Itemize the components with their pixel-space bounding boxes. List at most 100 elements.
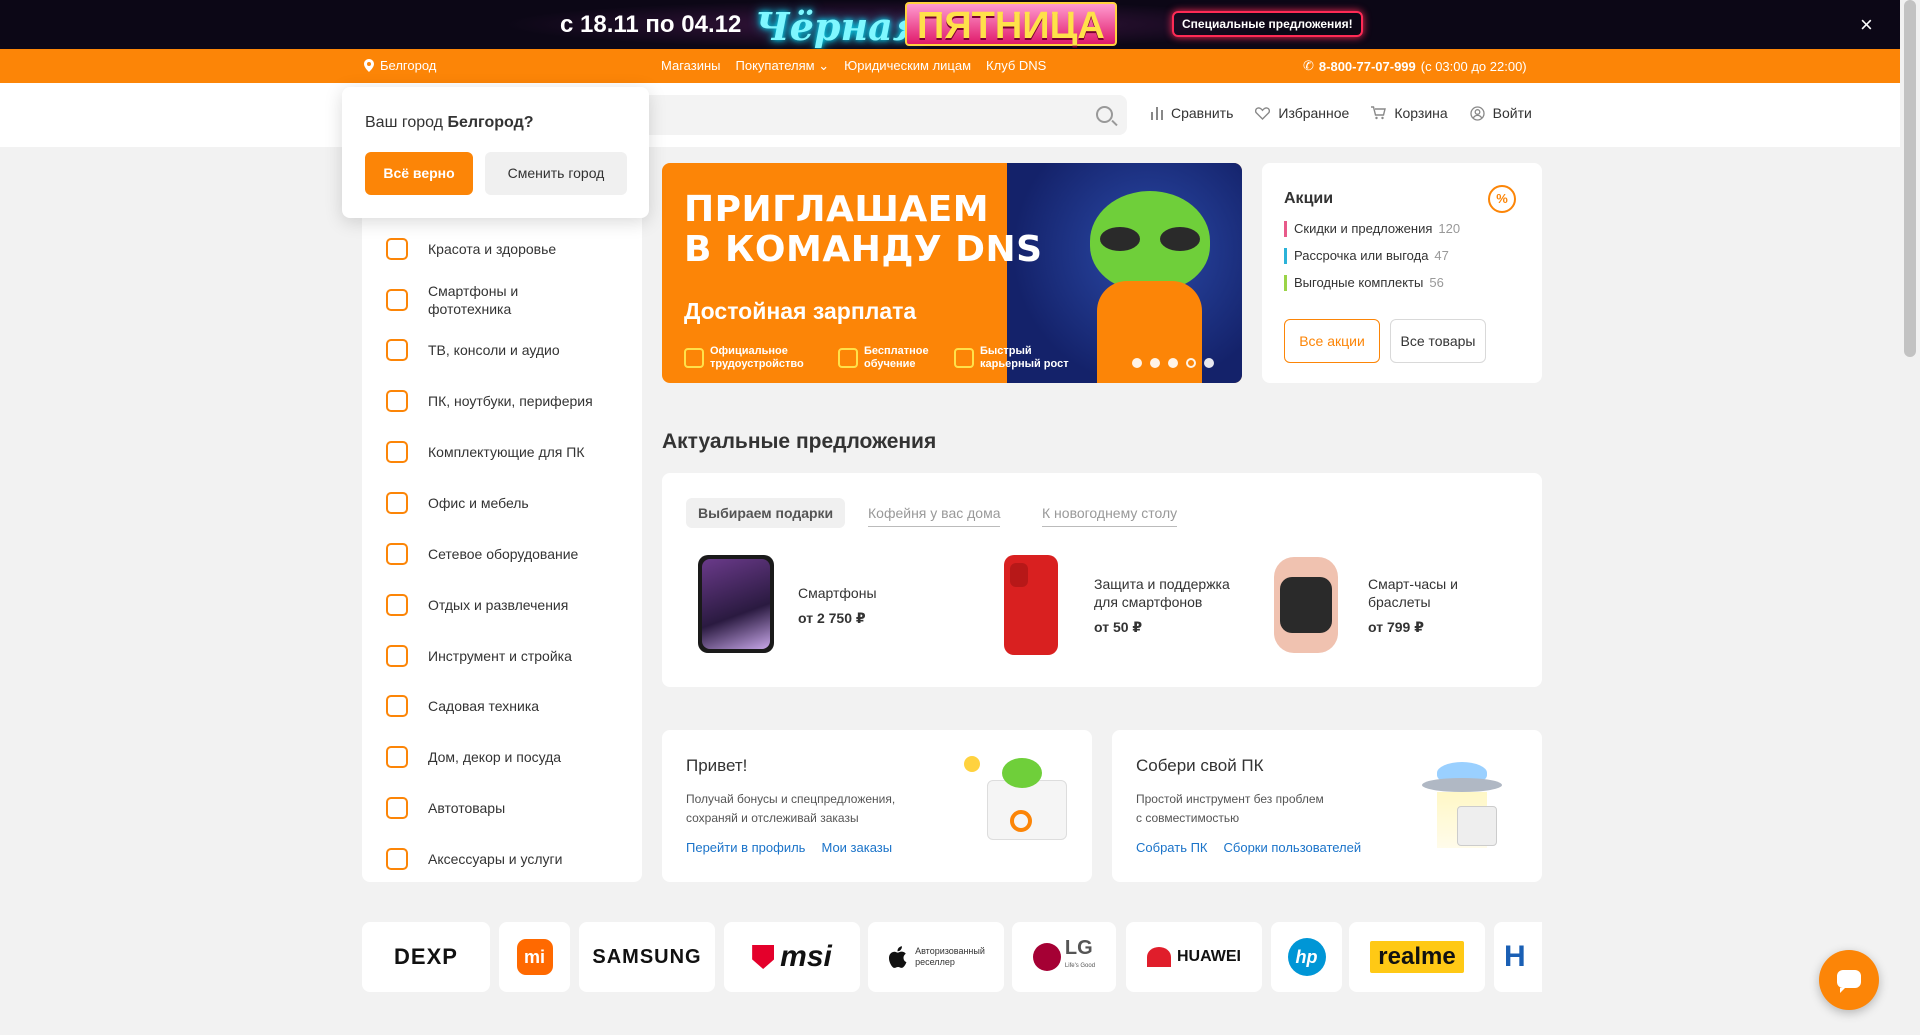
slider-dot[interactable] xyxy=(1150,358,1160,368)
nav-club[interactable]: Клуб DNS xyxy=(986,58,1046,74)
brand-partial[interactable]: H xyxy=(1494,922,1542,992)
catalog-item-beauty[interactable]: Красота и здоровье xyxy=(386,238,636,260)
cart-link[interactable]: Корзина xyxy=(1371,105,1448,121)
catalog-item-label: Отдых и развлечения xyxy=(428,597,569,613)
brand-msi[interactable]: msi xyxy=(724,922,860,992)
pc-card-links: Собрать ПК Сборки пользователей xyxy=(1136,840,1361,855)
feature-line: карьерный рост xyxy=(980,358,1069,370)
city-selector[interactable]: Белгород xyxy=(364,58,436,73)
brand-xiaomi[interactable]: mi xyxy=(499,922,570,992)
search-input[interactable] xyxy=(600,95,1127,135)
promotions-panel: Акции % Скидки и предложения 120 Рассрочк… xyxy=(1262,163,1542,383)
top-nav: Магазины Покупателям ⌄ Юридическим лицам… xyxy=(661,58,1046,74)
brand-realme[interactable]: realme xyxy=(1349,922,1485,992)
special-offers-button[interactable]: Специальные предложения! xyxy=(1172,11,1363,37)
black-friday-banner[interactable]: с 18.11 по 04.12 Чёрная ПЯТНИЦА Специаль… xyxy=(0,0,1900,49)
go-to-profile-link[interactable]: Перейти в профиль xyxy=(686,840,805,855)
smartphone-image xyxy=(696,555,776,655)
lg-logo-icon xyxy=(1032,943,1061,971)
compare-link[interactable]: Сравнить xyxy=(1151,105,1233,121)
all-goods-button[interactable]: Все товары xyxy=(1390,319,1486,363)
brand-samsung[interactable]: SAMSUNG xyxy=(579,922,715,992)
location-pin-icon xyxy=(364,59,374,72)
phone-icon: ✆ xyxy=(1303,58,1314,73)
promo-row-count: 47 xyxy=(1434,248,1449,263)
slider-dot[interactable] xyxy=(1168,358,1178,368)
msi-logo-text: msi xyxy=(780,940,832,973)
login-link[interactable]: Войти xyxy=(1470,105,1532,121)
nav-stores[interactable]: Магазины xyxy=(661,58,721,74)
hero-banner[interactable]: ПРИГЛАШАЕМ В КОМАНДУ DNS Достойная зарпл… xyxy=(662,163,1242,383)
slider-dot-active[interactable] xyxy=(1186,358,1196,368)
product-name-line: браслеты xyxy=(1368,593,1431,610)
tab-coffee[interactable]: Кофейня у вас дома xyxy=(868,501,1001,527)
catalog-item-office[interactable]: Офис и мебель xyxy=(386,492,636,514)
product-smartwatches[interactable]: Смарт-часы и браслеты от 799 ₽ xyxy=(1266,555,1458,655)
promo-row-bundles[interactable]: Выгодные комплекты 56 xyxy=(1284,275,1444,291)
promo-row-installment[interactable]: Рассрочка или выгода 47 xyxy=(1284,248,1449,264)
feature-line: трудоустройство xyxy=(710,358,804,370)
product-cases[interactable]: Защита и поддержка для смартфонов от 50 ₽ xyxy=(992,555,1230,655)
catalog-item-label: ПК, ноутбуки, периферия xyxy=(428,393,593,409)
city-question-prefix: Ваш город xyxy=(365,114,448,131)
catalog-item-tools[interactable]: Инструмент и стройка xyxy=(386,645,636,667)
phone-info[interactable]: ✆ 8-800-77-07-999 (с 03:00 до 22:00) xyxy=(1303,58,1527,74)
smartwatch-image xyxy=(1266,555,1346,655)
brand-apple[interactable]: Авторизованный реселлер xyxy=(868,922,1004,992)
product-price: от 2 750 ₽ xyxy=(798,609,866,626)
lawnmower-icon xyxy=(386,695,408,717)
user-builds-link[interactable]: Сборки пользователей xyxy=(1224,840,1362,855)
catalog-item-pc[interactable]: ПК, ноутбуки, периферия xyxy=(386,390,636,412)
brand-huawei[interactable]: HUAWEI xyxy=(1126,922,1262,992)
search-icon[interactable] xyxy=(1096,106,1113,123)
car-icon xyxy=(386,797,408,819)
router-icon xyxy=(386,543,408,565)
feature-line: обучение xyxy=(864,358,916,370)
profile-card: Привет! Получай бонусы и спецпредложения… xyxy=(662,730,1092,882)
handshake-icon xyxy=(684,348,704,368)
plug-icon xyxy=(386,848,408,870)
page-scrollbar[interactable] xyxy=(1900,0,1920,1035)
header: Сравнить Избранное Корзина Войти xyxy=(0,83,1900,147)
catalog-item-smartphones[interactable]: Смартфоны и фототехника xyxy=(386,282,636,318)
catalog-item-components[interactable]: Комплектующие для ПК xyxy=(386,441,636,463)
city-question-city: Белгород? xyxy=(447,114,534,131)
product-smartphones[interactable]: Смартфоны от 2 750 ₽ xyxy=(696,555,877,655)
scrollbar-thumb[interactable] xyxy=(1904,0,1916,357)
nav-customers[interactable]: Покупателям ⌄ xyxy=(736,58,830,74)
catalog-item-network[interactable]: Сетевое оборудование xyxy=(386,543,636,565)
brand-dexp[interactable]: DEXP xyxy=(362,922,490,992)
close-icon[interactable]: × xyxy=(1860,12,1873,38)
all-promotions-button[interactable]: Все акции xyxy=(1284,319,1380,363)
catalog-item-label: Смартфоны и фототехника xyxy=(428,283,519,317)
change-city-button[interactable]: Сменить город xyxy=(485,152,627,195)
color-bar xyxy=(1284,275,1287,291)
alien-eye xyxy=(1160,227,1200,251)
build-pc-link[interactable]: Собрать ПК xyxy=(1136,840,1208,855)
huawei-petal-icon xyxy=(1147,947,1171,967)
tab-new-year[interactable]: К новогоднему столу xyxy=(1042,501,1178,527)
tv-icon xyxy=(386,339,408,361)
brand-lg[interactable]: LG Life's Good xyxy=(1012,922,1116,992)
chat-button[interactable] xyxy=(1819,950,1879,1010)
my-orders-link[interactable]: Мои заказы xyxy=(821,840,892,855)
nav-legal[interactable]: Юридическим лицам xyxy=(844,58,971,74)
catalog-item-label: Инструмент и стройка xyxy=(428,648,572,664)
favorites-link[interactable]: Избранное xyxy=(1255,105,1349,121)
tab-gifts[interactable]: Выбираем подарки xyxy=(686,498,846,528)
catalog-item-garden[interactable]: Садовая техника xyxy=(386,695,636,717)
lg-slogan: Life's Good xyxy=(1064,963,1096,969)
phone-number: 8-800-77-07-999 xyxy=(1318,58,1416,74)
brand-hp[interactable]: hp xyxy=(1271,922,1342,992)
color-bar xyxy=(1284,248,1287,264)
promo-row-count: 120 xyxy=(1438,221,1461,236)
slider-dot[interactable] xyxy=(1204,358,1214,368)
confirm-city-button[interactable]: Всё верно xyxy=(365,152,473,195)
catalog-item-tv[interactable]: ТВ, консоли и аудио xyxy=(386,339,636,361)
catalog-item-accessories[interactable]: Аксессуары и услуги xyxy=(386,848,636,870)
catalog-item-home[interactable]: Дом, декор и посуда xyxy=(386,746,636,768)
catalog-item-leisure[interactable]: Отдых и развлечения xyxy=(386,594,636,616)
slider-dot[interactable] xyxy=(1132,358,1142,368)
catalog-item-auto[interactable]: Автотовары xyxy=(386,797,636,819)
promo-row-discounts[interactable]: Скидки и предложения 120 xyxy=(1284,221,1461,237)
